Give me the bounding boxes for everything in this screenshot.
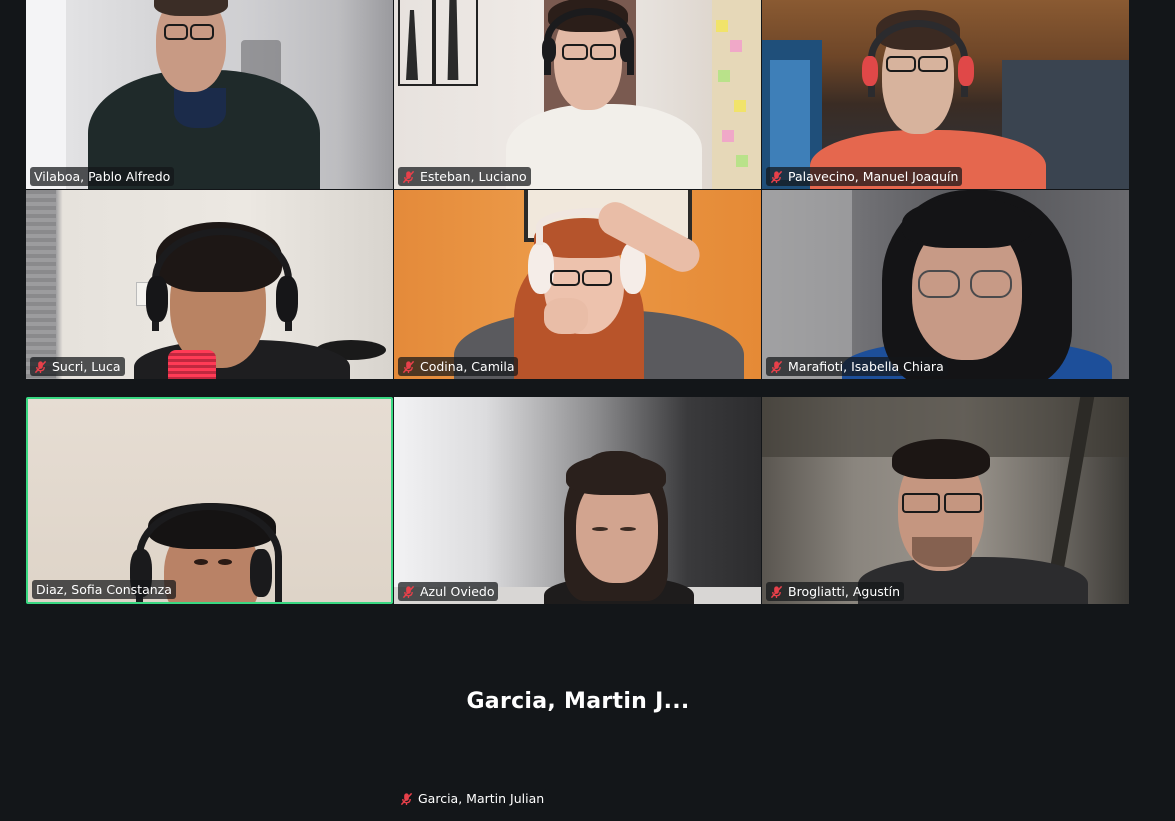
video-feed [394, 397, 761, 604]
muted-mic-icon [770, 170, 783, 183]
no-video-tile[interactable] [0, 620, 1175, 821]
video-tile-oviedo[interactable]: Azul Oviedo [394, 397, 761, 604]
participant-nameplate: Vilaboa, Pablo Alfredo [30, 167, 175, 186]
participant-nameplate: Marafioti, Isabella Chiara [766, 357, 948, 376]
video-feed [762, 190, 1129, 379]
participant-name: Azul Oviedo [420, 584, 495, 599]
video-tile-marafioti[interactable]: Marafioti, Isabella Chiara [762, 190, 1129, 379]
video-tile-palavecino[interactable]: Palavecino, Manuel Joaquín [762, 0, 1129, 189]
participant-name: Vilaboa, Pablo Alfredo [34, 169, 171, 184]
participant-name: Marafioti, Isabella Chiara [788, 359, 944, 374]
muted-mic-icon [770, 585, 783, 598]
video-feed [762, 0, 1129, 189]
participant-nameplate: Esteban, Luciano [398, 167, 531, 186]
participant-nameplate: Azul Oviedo [398, 582, 499, 601]
participant-name: Codina, Camila [420, 359, 515, 374]
video-tile-sucri[interactable]: Sucri, Luca [26, 190, 393, 379]
participant-name: Esteban, Luciano [420, 169, 527, 184]
video-feed [762, 397, 1129, 604]
video-feed [28, 399, 391, 602]
muted-mic-icon [400, 792, 413, 805]
video-feed [26, 0, 393, 189]
muted-mic-icon [402, 360, 415, 373]
no-video-display-name: Garcia, Martin J... [466, 689, 690, 714]
participant-name: Sucri, Luca [52, 359, 121, 374]
muted-mic-icon [770, 360, 783, 373]
video-feed [26, 190, 393, 379]
video-tile-brogliatti[interactable]: Brogliatti, Agustín [762, 397, 1129, 604]
participant-nameplate: Brogliatti, Agustín [766, 582, 905, 601]
video-tile-esteban[interactable]: Esteban, Luciano [394, 0, 761, 189]
participant-nameplate: Sucri, Luca [30, 357, 125, 376]
participant-nameplate: Palavecino, Manuel Joaquín [766, 167, 963, 186]
video-feed [394, 0, 761, 189]
participant-nameplate: Codina, Camila [398, 357, 519, 376]
video-tile-codina[interactable]: Codina, Camila [394, 190, 761, 379]
participant-nameplate: Diaz, Sofia Constanza [32, 580, 176, 599]
video-gallery: Vilaboa, Pablo Alfredo Esteban, Luciano … [26, 0, 1130, 604]
video-tile-diaz[interactable]: Diaz, Sofia Constanza [26, 397, 393, 604]
muted-mic-icon [402, 170, 415, 183]
participant-name: Palavecino, Manuel Joaquín [788, 169, 959, 184]
muted-mic-icon [34, 360, 47, 373]
muted-mic-icon [402, 585, 415, 598]
participant-name: Garcia, Martin Julian [418, 791, 545, 806]
video-feed [394, 190, 761, 379]
participant-name: Diaz, Sofia Constanza [36, 582, 172, 597]
video-tile-vilaboa[interactable]: Vilaboa, Pablo Alfredo [26, 0, 393, 189]
participant-nameplate: Garcia, Martin Julian [396, 789, 549, 808]
participant-name: Brogliatti, Agustín [788, 584, 901, 599]
